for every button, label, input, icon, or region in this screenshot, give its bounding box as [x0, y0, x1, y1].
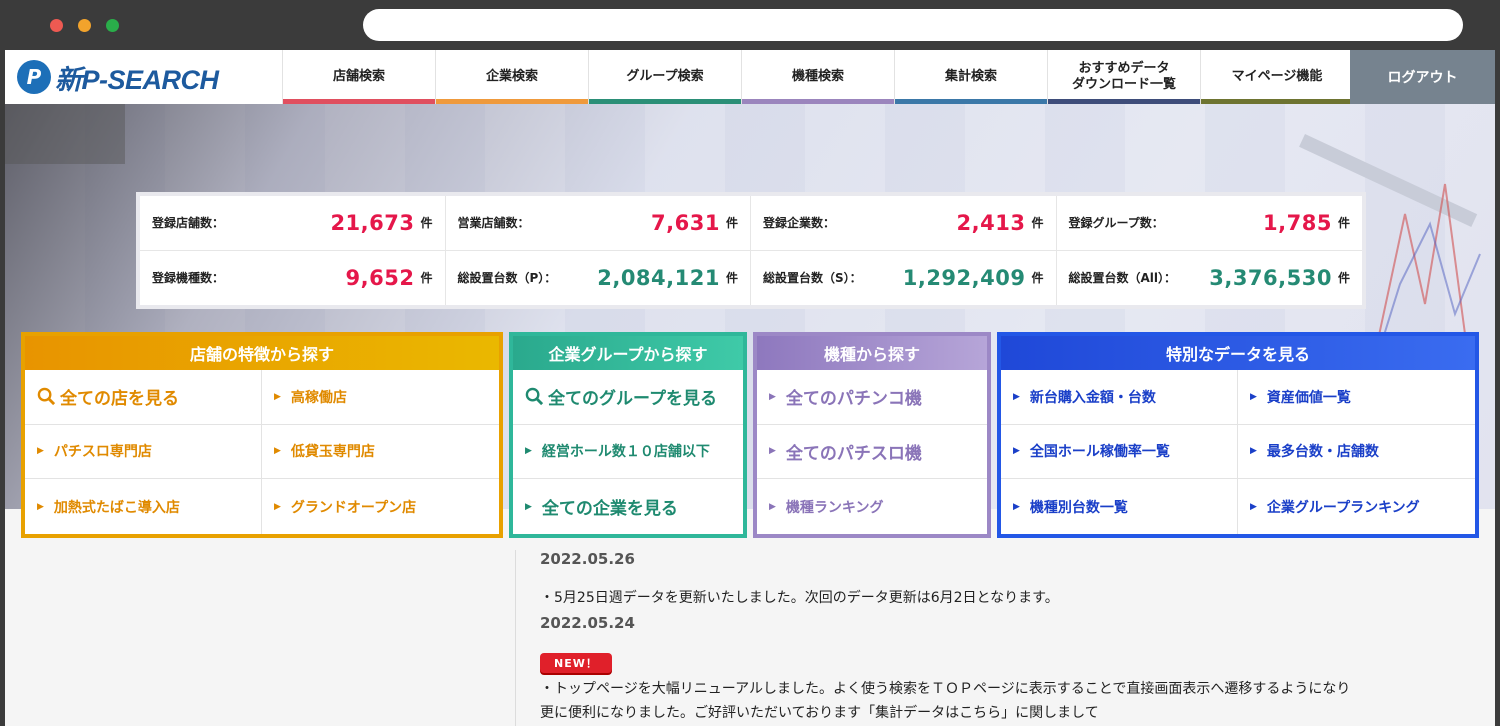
- triangle-right-icon: ▶: [1250, 446, 1257, 457]
- triangle-right-icon: ▶: [525, 446, 532, 457]
- stat-total-installed-p: 総設置台数（P）： 2,084,121 件: [446, 250, 751, 305]
- new-badge: NEW！: [540, 653, 612, 673]
- link-low-rate-stores[interactable]: ▶ 低貸玉専門店: [262, 425, 499, 480]
- logo-icon: P: [17, 60, 51, 94]
- panel-store-features: 店舗の特徴から探す 全ての店を見る ▶ 高稼働店 ▶ パチスロ専門店 ▶ 低貸玉専門店…: [21, 332, 503, 538]
- nav-store-search[interactable]: 店舗検索: [282, 50, 435, 104]
- logout-button[interactable]: ログアウト: [1350, 50, 1495, 104]
- panel-company-group: 企業グループから探す 全てのグループを見る ▶ 経営ホール数１０店舗以下 ▶ 全ての…: [509, 332, 747, 538]
- maximize-window-dot[interactable]: [106, 19, 119, 32]
- panel-machines: 機種から探す ▶ 全てのパチンコ機 ▶ 全てのパチスロ機 ▶ 機種ランキング: [753, 332, 991, 538]
- link-high-operation-stores[interactable]: ▶ 高稼働店: [262, 370, 499, 425]
- news-date: 2022.05.24: [540, 614, 635, 632]
- nav-mypage[interactable]: マイページ機能: [1200, 50, 1353, 104]
- link-grand-open-stores[interactable]: ▶ グランドオープン店: [262, 479, 499, 534]
- stat-registered-stores: 登録店舗数： 21,673 件: [140, 196, 446, 251]
- main-nav: 店舗検索 企業検索 グループ検索 機種検索 集計検索 おすすめデータ ダウンロー…: [282, 50, 1353, 104]
- triangle-right-icon: ▶: [525, 501, 532, 512]
- close-window-dot[interactable]: [50, 19, 63, 32]
- link-pachislot-stores[interactable]: ▶ パチスロ専門店: [25, 424, 262, 480]
- triangle-right-icon: ▶: [37, 446, 44, 457]
- link-asset-values[interactable]: ▶ 資産価値一覧: [1238, 370, 1475, 425]
- triangle-right-icon: ▶: [1250, 501, 1257, 512]
- stat-total-installed-all: 総設置台数（All）： 3,376,530 件: [1068, 265, 1351, 290]
- news-text: ・トップページを大幅リニューアルしました。よく使う検索をＴＯＰページに表示するこ…: [540, 681, 1351, 721]
- link-new-machine-purchases[interactable]: ▶ 新台購入金額・台数: [1001, 370, 1238, 425]
- triangle-right-icon: ▶: [769, 391, 776, 402]
- search-icon: [525, 388, 544, 406]
- stat-registered-machines: 登録機種数： 9,652 件: [140, 250, 446, 305]
- nav-aggregate-search[interactable]: 集計検索: [894, 50, 1047, 104]
- link-group-ranking[interactable]: ▶ 企業グループランキング: [1238, 479, 1475, 534]
- link-all-groups[interactable]: 全てのグループを見る: [513, 370, 743, 425]
- nav-machine-search[interactable]: 機種検索: [741, 50, 894, 104]
- link-machine-ranking[interactable]: ▶ 機種ランキング: [757, 479, 987, 534]
- address-bar[interactable]: [363, 9, 1463, 41]
- stat-operating-stores: 営業店舗数： 7,631 件: [445, 196, 751, 251]
- page-viewport: P 新P-SEARCH 店舗検索 企業検索 グループ検索 機種検索 集計検索 お…: [5, 50, 1495, 726]
- stat-registered-companies: 登録企業数： 2,413 件: [751, 196, 1057, 251]
- link-all-pachinko[interactable]: ▶ 全てのパチンコ機: [757, 370, 987, 425]
- triangle-right-icon: ▶: [274, 446, 281, 457]
- link-units-by-machine[interactable]: ▶ 機種別台数一覧: [1001, 479, 1238, 534]
- triangle-right-icon: ▶: [1013, 501, 1020, 512]
- link-national-operation-rates[interactable]: ▶ 全国ホール稼働率一覧: [1001, 424, 1238, 480]
- triangle-right-icon: ▶: [37, 501, 44, 512]
- logo-text: 新P-SEARCH: [55, 64, 219, 95]
- triangle-right-icon: ▶: [1250, 391, 1257, 402]
- link-all-companies[interactable]: ▶ 全ての企業を見る: [513, 479, 743, 534]
- site-logo[interactable]: P 新P-SEARCH: [5, 50, 282, 104]
- nav-recommended-downloads[interactable]: おすすめデータ ダウンロード一覧: [1047, 50, 1200, 104]
- link-all-stores[interactable]: 全ての店を見る: [25, 370, 262, 425]
- site-header: P 新P-SEARCH 店舗検索 企業検索 グループ検索 機種検索 集計検索 お…: [5, 50, 1495, 104]
- panel-title: 特別なデータを見る: [1001, 336, 1475, 370]
- triangle-right-icon: ▶: [274, 391, 281, 402]
- triangle-right-icon: ▶: [274, 501, 281, 512]
- news-text: ・5月25日週データを更新いたしました。次回のデータ更新は6月2日となります。: [540, 590, 1059, 606]
- link-all-pachislot[interactable]: ▶ 全てのパチスロ機: [757, 425, 987, 480]
- panel-title: 機種から探す: [757, 336, 987, 370]
- stat-registered-groups: 登録グループ数： 1,785 件: [1056, 196, 1362, 251]
- triangle-right-icon: ▶: [1013, 446, 1020, 457]
- news-date: 2022.05.26: [540, 550, 635, 568]
- browser-chrome: [0, 0, 1500, 50]
- hero-section: 登録店舗数： 21,673 件 営業店舗数： 7,631 件 登録企業数： 2,…: [5, 104, 1495, 538]
- nav-group-search[interactable]: グループ検索: [588, 50, 741, 104]
- triangle-right-icon: ▶: [769, 446, 776, 457]
- panel-title: 企業グループから探す: [513, 336, 743, 370]
- link-max-units-stores[interactable]: ▶ 最多台数・店舗数: [1238, 425, 1475, 480]
- stat-total-installed-s: 総設置台数（S）： 1,292,409 件: [751, 250, 1057, 305]
- link-small-operators[interactable]: ▶ 経営ホール数１０店舗以下: [513, 425, 743, 480]
- triangle-right-icon: ▶: [1013, 391, 1020, 402]
- panel-special-data: 特別なデータを見る ▶ 新台購入金額・台数 ▶ 資産価値一覧 ▶ 全国ホール稼働率一覧…: [997, 332, 1479, 538]
- news-section: 2022.05.26 ・5月25日週データを更新いたしました。次回のデータ更新は…: [515, 550, 1395, 726]
- minimize-window-dot[interactable]: [78, 19, 91, 32]
- triangle-right-icon: ▶: [769, 501, 776, 512]
- panel-title: 店舗の特徴から探す: [25, 336, 499, 370]
- link-heated-tobacco-stores[interactable]: ▶ 加熱式たばこ導入店: [25, 479, 262, 534]
- search-icon: [37, 388, 56, 406]
- stats-summary: 登録店舗数： 21,673 件 営業店舗数： 7,631 件 登録企業数： 2,…: [136, 192, 1366, 309]
- nav-company-search[interactable]: 企業検索: [435, 50, 588, 104]
